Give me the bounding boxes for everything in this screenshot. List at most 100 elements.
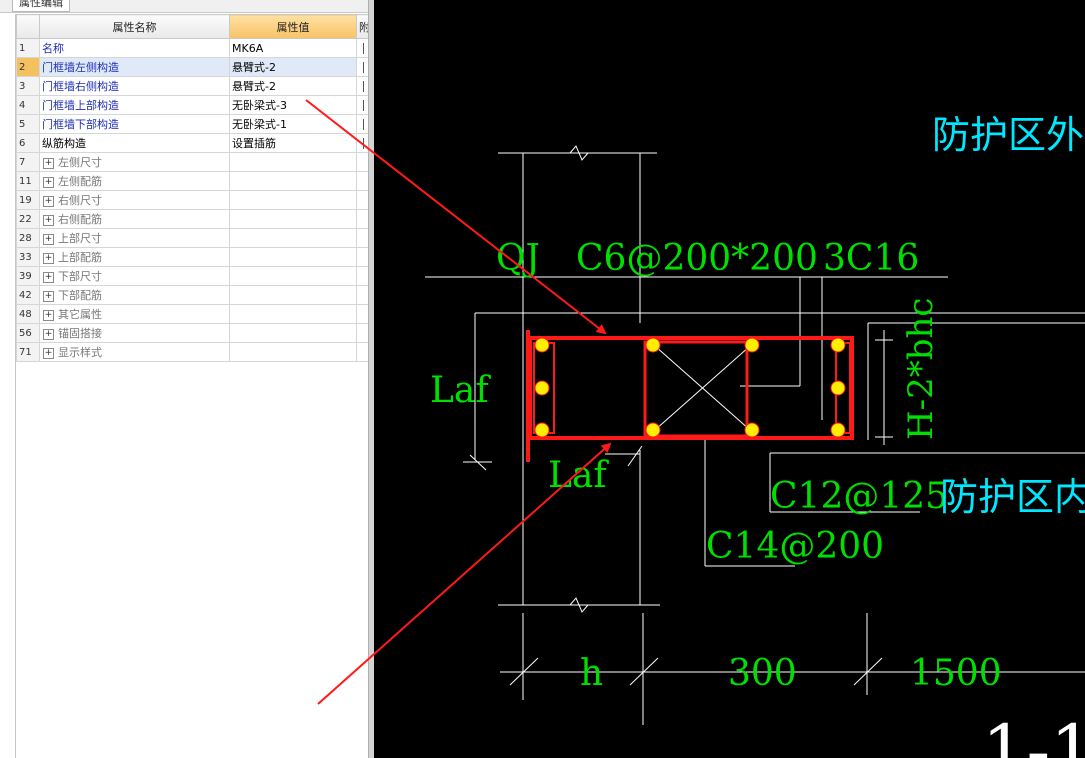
property-extra-cell[interactable]	[356, 285, 368, 305]
property-row[interactable]: 19 + 右侧尺寸	[16, 190, 368, 210]
cad-drawing-canvas[interactable]: 防护区外 QJ C6@200*200 3C16 Laf Laf H-2*bhc …	[374, 0, 1085, 758]
property-value-cell[interactable]	[229, 342, 357, 362]
property-value-cell[interactable]: 悬臂式-2	[229, 76, 357, 96]
property-extra-cell[interactable]	[356, 247, 368, 267]
property-value-cell[interactable]: 悬臂式-2	[229, 57, 357, 77]
property-name-cell[interactable]: + 上部配筋	[39, 247, 230, 267]
property-value-cell[interactable]	[229, 228, 357, 248]
tab-property-edit[interactable]: 属性编辑	[12, 0, 70, 12]
property-row[interactable]: 3 门框墙右侧构造 悬臂式-2	[16, 76, 368, 96]
property-extra-cell[interactable]	[356, 171, 368, 191]
expand-plus-icon[interactable]: +	[43, 309, 54, 321]
header-extra[interactable]: 附	[356, 14, 368, 39]
expand-plus-icon[interactable]: +	[43, 252, 54, 264]
property-row[interactable]: 7 + 左侧尺寸	[16, 152, 368, 172]
property-name-label: 门框墙左侧构造	[42, 61, 119, 74]
property-value-cell[interactable]: 无卧梁式-1	[229, 114, 357, 134]
expand-plus-icon[interactable]: +	[43, 290, 54, 302]
row-number: 2	[16, 57, 40, 77]
property-extra-cell[interactable]	[356, 114, 368, 134]
property-name-cell[interactable]: + 右侧尺寸	[39, 190, 230, 210]
property-name-cell[interactable]: 门框墙下部构造	[39, 114, 230, 134]
property-row[interactable]: 48 + 其它属性	[16, 304, 368, 324]
property-extra-cell[interactable]	[356, 76, 368, 96]
property-name-label: 右侧尺寸	[58, 194, 102, 207]
property-extra-cell[interactable]	[356, 209, 368, 229]
property-extra-cell[interactable]	[356, 228, 368, 248]
property-extra-cell[interactable]	[356, 304, 368, 324]
property-extra-cell[interactable]	[356, 152, 368, 172]
label-laf-bottom: Laf	[548, 455, 609, 496]
property-extra-cell[interactable]	[356, 266, 368, 286]
property-name-cell[interactable]: 门框墙右侧构造	[39, 76, 230, 96]
property-panel: 属性编辑 属性名称 属性值 附 1名称MK6A2门框墙左侧构造悬臂式-23门框墙…	[0, 0, 368, 758]
property-value-cell[interactable]	[229, 285, 357, 305]
property-value-cell[interactable]	[229, 171, 357, 191]
property-name-cell[interactable]: 门框墙左侧构造	[39, 57, 230, 77]
property-name-cell[interactable]: 纵筋构造	[39, 133, 230, 153]
header-value[interactable]: 属性值	[229, 14, 357, 39]
property-row[interactable]: 4 门框墙上部构造 无卧梁式-3	[16, 95, 368, 115]
property-name-cell[interactable]: + 上部尺寸	[39, 228, 230, 248]
property-extra-cell[interactable]	[356, 342, 368, 362]
label-h-bhc: H-2*bhc	[901, 298, 941, 440]
property-name-cell[interactable]: + 下部配筋	[39, 285, 230, 305]
property-name-cell[interactable]: + 下部尺寸	[39, 266, 230, 286]
expand-plus-icon[interactable]: +	[43, 157, 54, 169]
property-extra-cell[interactable]	[356, 95, 368, 115]
property-value-cell[interactable]	[229, 190, 357, 210]
property-row[interactable]: 5 门框墙下部构造 无卧梁式-1	[16, 114, 368, 134]
property-row[interactable]: 22 + 右侧配筋	[16, 209, 368, 229]
property-extra-cell[interactable]	[356, 323, 368, 343]
property-value-cell[interactable]	[229, 209, 357, 229]
property-extra-cell[interactable]	[356, 190, 368, 210]
property-value-cell[interactable]: 无卧梁式-3	[229, 95, 357, 115]
property-row[interactable]: 39 + 下部尺寸	[16, 266, 368, 286]
property-row[interactable]: 2 门框墙左侧构造 悬臂式-2	[16, 57, 368, 77]
expand-plus-icon[interactable]: +	[43, 347, 54, 359]
property-name-cell[interactable]: + 左侧配筋	[39, 171, 230, 191]
expand-plus-icon[interactable]: +	[43, 176, 54, 188]
property-row[interactable]: 71 + 显示样式	[16, 342, 368, 362]
property-extra-cell[interactable]	[356, 38, 368, 58]
property-row[interactable]: 6 纵筋构造 设置插筋	[16, 133, 368, 153]
expand-plus-icon[interactable]: +	[43, 328, 54, 340]
property-name-label: 左侧配筋	[58, 175, 102, 188]
row-number: 28	[16, 228, 40, 248]
property-row[interactable]: 42 + 下部配筋	[16, 285, 368, 305]
row-number: 7	[16, 152, 40, 172]
property-row[interactable]: 1 名称 MK6A	[16, 38, 368, 58]
expand-plus-icon[interactable]: +	[43, 271, 54, 283]
property-value-cell[interactable]	[229, 247, 357, 267]
expand-plus-icon[interactable]: +	[43, 214, 54, 226]
property-value-cell[interactable]	[229, 304, 357, 324]
property-name-cell[interactable]: + 左侧尺寸	[39, 152, 230, 172]
property-name-cell[interactable]: + 右侧配筋	[39, 209, 230, 229]
property-name-label: 左侧尺寸	[58, 156, 102, 169]
expand-plus-icon[interactable]: +	[43, 195, 54, 207]
header-corner	[16, 14, 40, 39]
property-row[interactable]: 28 + 上部尺寸	[16, 228, 368, 248]
row-number: 33	[16, 247, 40, 267]
property-value-cell[interactable]: 设置插筋	[229, 133, 357, 153]
property-row[interactable]: 11 + 左侧配筋	[16, 171, 368, 191]
property-value-cell[interactable]	[229, 152, 357, 172]
property-name-label: 显示样式	[58, 346, 102, 359]
property-name-cell[interactable]: 门框墙上部构造	[39, 95, 230, 115]
property-row[interactable]: 56 + 锚固搭接	[16, 323, 368, 343]
property-value-cell[interactable]	[229, 323, 357, 343]
property-row[interactable]: 33 + 上部配筋	[16, 247, 368, 267]
property-name-cell[interactable]: + 锚固搭接	[39, 323, 230, 343]
property-extra-cell[interactable]	[356, 133, 368, 153]
row-number: 1	[16, 38, 40, 58]
property-name-cell[interactable]: + 显示样式	[39, 342, 230, 362]
property-name-cell[interactable]: 名称	[39, 38, 230, 58]
property-grid: 属性名称 属性值 附 1名称MK6A2门框墙左侧构造悬臂式-23门框墙右侧构造悬…	[15, 14, 368, 758]
property-name-cell[interactable]: + 其它属性	[39, 304, 230, 324]
property-value-cell[interactable]	[229, 266, 357, 286]
property-extra-cell[interactable]	[356, 57, 368, 77]
row-number: 48	[16, 304, 40, 324]
property-value-cell[interactable]: MK6A	[229, 38, 357, 58]
header-name[interactable]: 属性名称	[39, 14, 230, 39]
expand-plus-icon[interactable]: +	[43, 233, 54, 245]
